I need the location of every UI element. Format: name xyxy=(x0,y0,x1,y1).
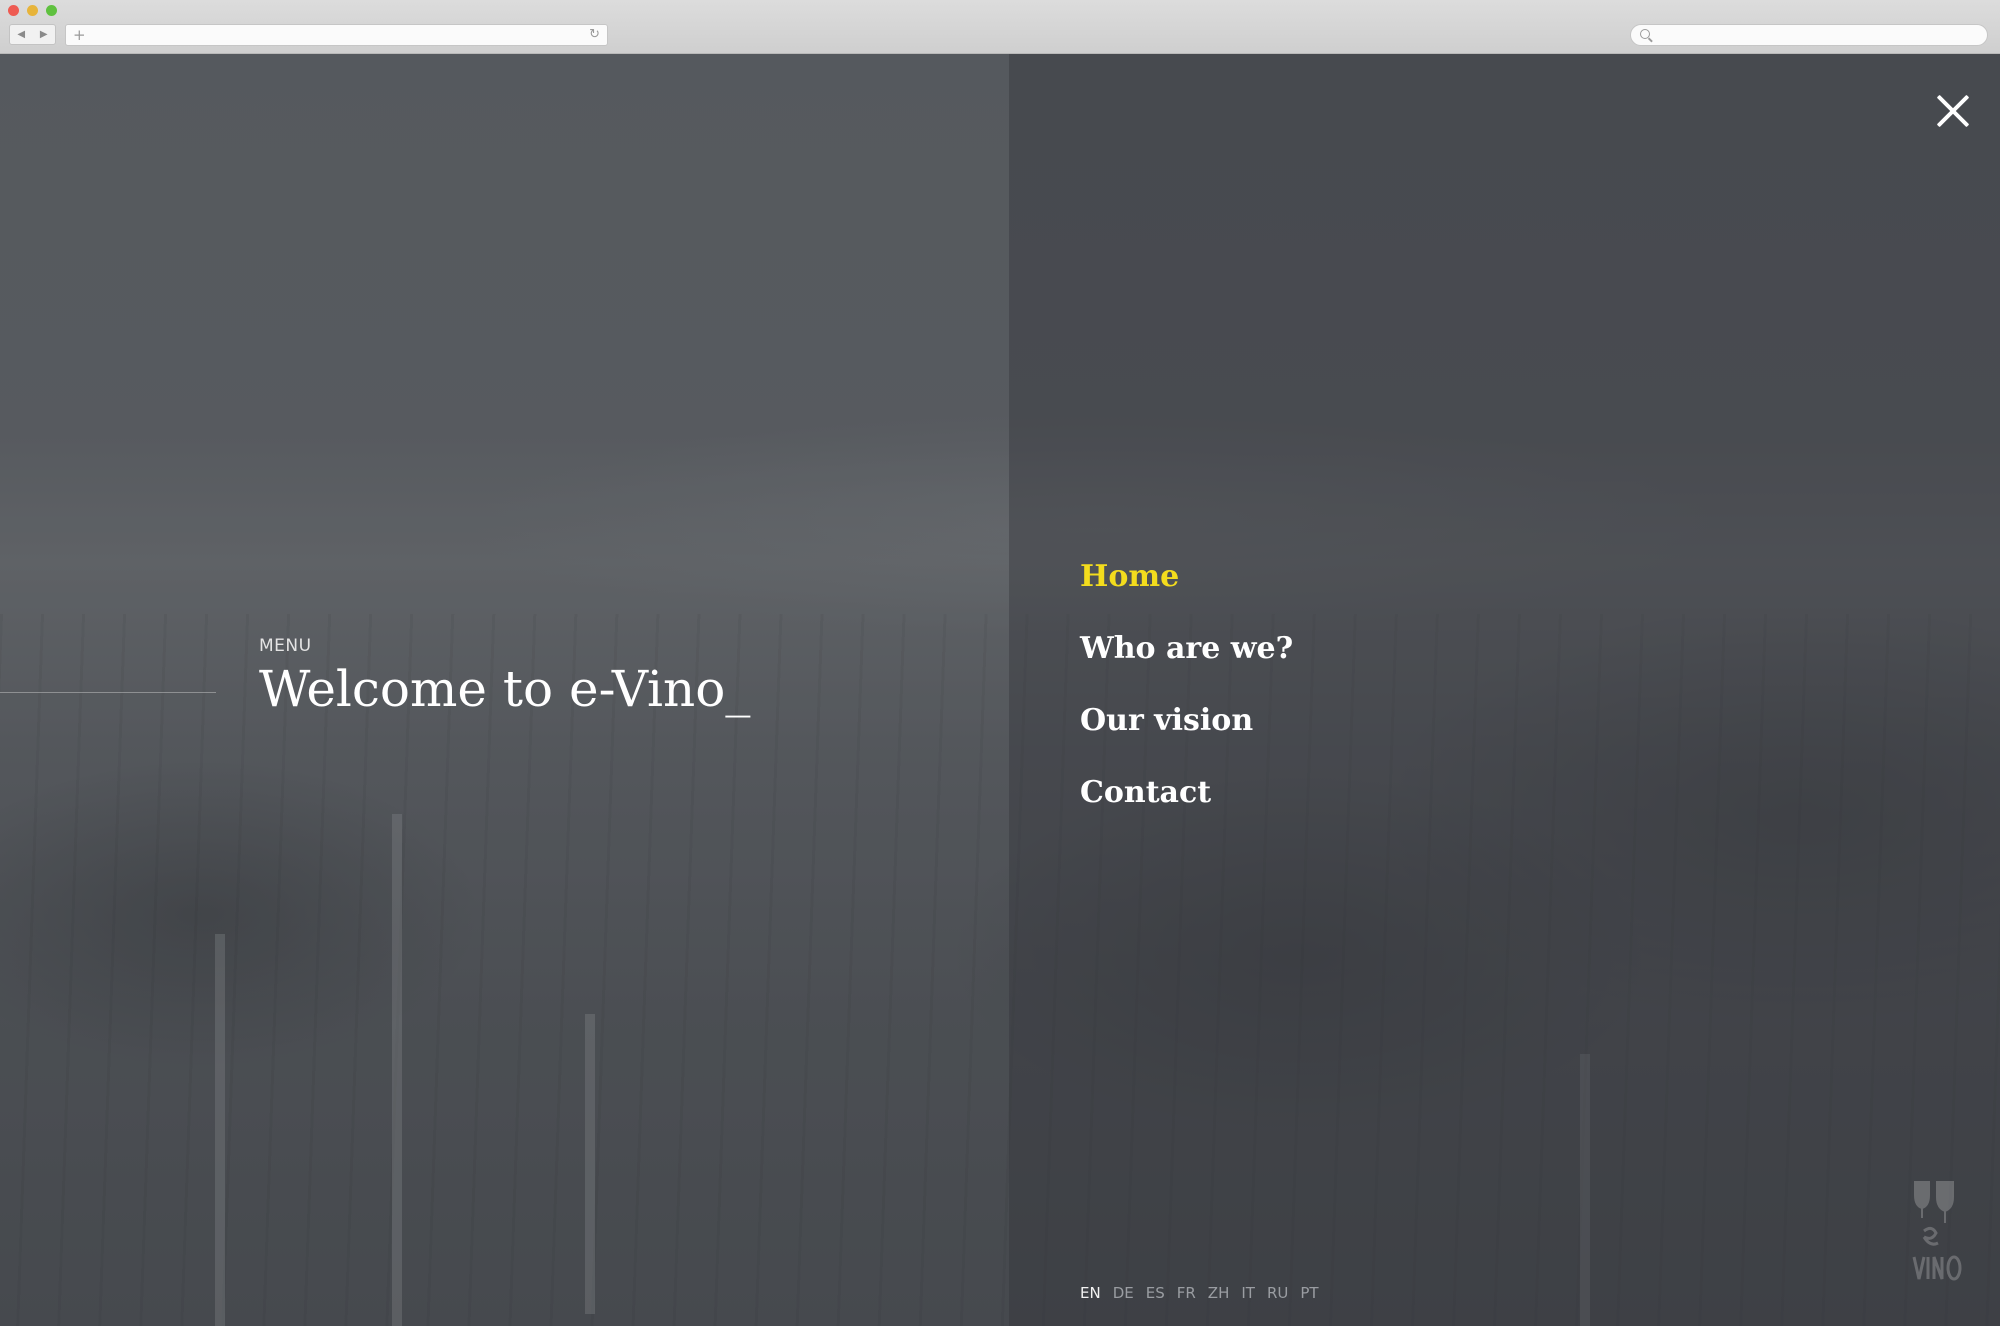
menu-item-our-vision: Our vision xyxy=(1080,703,1293,775)
search-icon xyxy=(1640,29,1650,39)
e-vino-logo xyxy=(1912,1181,1962,1281)
browser-search-input[interactable] xyxy=(1630,24,1988,46)
browser-chrome: ◀ ▶ + ↻ xyxy=(0,0,2000,54)
close-icon[interactable] xyxy=(1930,88,1976,134)
minimize-window-button[interactable] xyxy=(27,5,38,16)
menu-link-who-are-we[interactable]: Who are we? xyxy=(1080,631,1293,666)
new-tab-icon[interactable]: + xyxy=(73,26,86,44)
back-arrow-icon[interactable]: ◀ xyxy=(17,29,25,40)
address-bar[interactable]: + ↻ xyxy=(65,24,608,46)
language-en[interactable]: EN xyxy=(1080,1284,1101,1302)
menu-link-our-vision[interactable]: Our vision xyxy=(1080,703,1253,738)
language-zh[interactable]: ZH xyxy=(1208,1284,1230,1302)
language-de[interactable]: DE xyxy=(1113,1284,1134,1302)
language-fr[interactable]: FR xyxy=(1177,1284,1196,1302)
close-window-button[interactable] xyxy=(8,5,19,16)
page-title: Welcome to e-Vino_ xyxy=(259,660,751,718)
history-buttons: ◀ ▶ xyxy=(9,24,56,45)
language-it[interactable]: IT xyxy=(1241,1284,1255,1302)
menu-link-contact[interactable]: Contact xyxy=(1080,775,1211,810)
divider-line xyxy=(0,692,216,693)
language-pt[interactable]: PT xyxy=(1300,1284,1318,1302)
language-ru[interactable]: RU xyxy=(1267,1284,1288,1302)
language-switcher: EN DE ES FR ZH IT RU PT xyxy=(1080,1284,1319,1302)
main-menu: Home Who are we? Our vision Contact xyxy=(1080,559,1293,847)
window-controls xyxy=(8,5,57,16)
menu-label: MENU xyxy=(259,636,312,656)
page-background: MENU Welcome to e-Vino_ Home Who are we?… xyxy=(0,54,2000,1326)
language-es[interactable]: ES xyxy=(1146,1284,1165,1302)
menu-item-contact: Contact xyxy=(1080,775,1293,847)
menu-item-who-are-we: Who are we? xyxy=(1080,631,1293,703)
forward-arrow-icon[interactable]: ▶ xyxy=(40,29,48,40)
maximize-window-button[interactable] xyxy=(46,5,57,16)
reload-icon[interactable]: ↻ xyxy=(589,27,600,42)
menu-link-home[interactable]: Home xyxy=(1080,559,1179,594)
menu-item-home: Home xyxy=(1080,559,1293,631)
